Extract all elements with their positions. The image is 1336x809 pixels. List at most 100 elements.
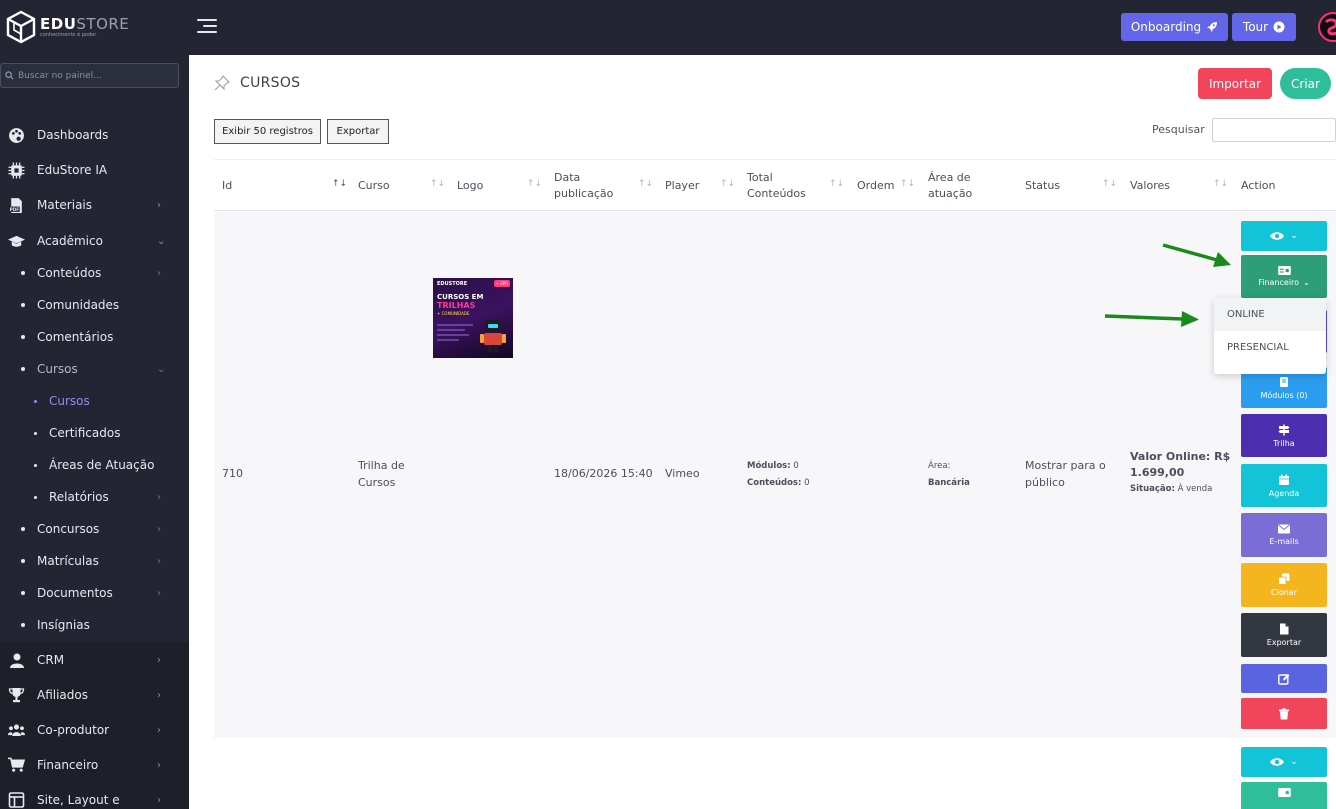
sort-icon[interactable]: ↑↓ bbox=[900, 179, 915, 189]
chevron-right-icon: › bbox=[157, 267, 161, 279]
palette-icon bbox=[8, 127, 25, 144]
dropdown-item-online[interactable]: ONLINE bbox=[1214, 298, 1326, 331]
financeiro-label: Financeiro bbox=[1258, 278, 1300, 287]
sidebar-item-edustore-ia[interactable]: EduStore IA bbox=[0, 153, 189, 187]
sidebar-sub-conteudos[interactable]: Conteúdos › bbox=[0, 258, 189, 288]
thumb-title: CURSOS EM bbox=[437, 293, 484, 301]
sort-icon[interactable]: ↑↓ bbox=[638, 179, 653, 189]
course-thumbnail: EDUSTORE + 2PR CURSOS EM TRILHAS + COMUN… bbox=[433, 278, 513, 358]
financeiro-button-next-row[interactable] bbox=[1241, 782, 1327, 809]
exportar-row-button[interactable]: Exportar bbox=[1241, 613, 1327, 657]
calendar-icon bbox=[1279, 474, 1289, 485]
sort-icon[interactable]: ↑↓ bbox=[829, 179, 844, 189]
col-header-player[interactable]: Player bbox=[665, 160, 699, 212]
sidebar-sub-certificados[interactable]: Certificados bbox=[0, 418, 189, 448]
user-avatar[interactable] bbox=[1318, 12, 1336, 42]
sort-icon[interactable]: ↑↓ bbox=[430, 179, 445, 189]
sidebar-sub-relatorios[interactable]: Relatórios › bbox=[0, 482, 189, 512]
sidebar-sub-insignias[interactable]: Insígnias bbox=[0, 610, 189, 640]
conteudos-value: 0 bbox=[804, 478, 810, 488]
sidebar-sub-matriculas[interactable]: Matrículas › bbox=[0, 546, 189, 576]
thumb-chip: + COMUNIDADE bbox=[437, 311, 470, 316]
trilha-button[interactable]: Trilha bbox=[1241, 414, 1327, 457]
brand-name-light: STORE bbox=[76, 14, 130, 33]
trophy-icon bbox=[8, 687, 25, 704]
thumb-brand: EDUSTORE bbox=[437, 281, 468, 287]
sidebar-sub-areas-atuacao[interactable]: Áreas de Atuação bbox=[0, 450, 189, 480]
table-header: Id ↑↓ Curso ↑↓ Logo ↑↓ Data publicação ↑↓… bbox=[214, 159, 1336, 211]
financeiro-button[interactable]: Financeiro ⌄ bbox=[1241, 255, 1327, 298]
search-input[interactable] bbox=[18, 70, 168, 81]
tour-button[interactable]: Tour bbox=[1232, 13, 1296, 41]
sort-icon[interactable]: ↑↓ bbox=[1213, 179, 1228, 189]
cart-icon bbox=[8, 757, 25, 774]
clonar-button[interactable]: Clonar bbox=[1241, 563, 1327, 607]
sidebar-sub-cursos-list[interactable]: Cursos bbox=[0, 386, 189, 416]
chevron-right-icon: › bbox=[157, 199, 161, 211]
sidebar-item-afiliados[interactable]: Afiliados › bbox=[0, 678, 189, 712]
show-records-button[interactable]: Exibir 50 registros bbox=[214, 119, 321, 144]
cell-curso[interactable]: Trilha de Cursos bbox=[358, 457, 405, 491]
col-header-total[interactable]: Total Conteúdos bbox=[747, 160, 806, 212]
sort-icon[interactable]: ↑↓ bbox=[527, 179, 542, 189]
pin-icon[interactable] bbox=[214, 75, 230, 91]
eye-icon bbox=[1270, 232, 1285, 240]
sidebar-item-label: EduStore IA bbox=[37, 163, 108, 177]
sidebar-item-site-layout[interactable]: Site, Layout e › bbox=[0, 783, 189, 809]
brand-logo[interactable]: EDUSTORE conhecimento é poder bbox=[6, 10, 129, 44]
sidebar-item-crm[interactable]: CRM › bbox=[0, 643, 189, 677]
financeiro-dropdown: ONLINE PRESENCIAL bbox=[1214, 298, 1326, 374]
sidebar-sub-label: Insígnias bbox=[37, 618, 90, 632]
signpost-icon bbox=[1278, 424, 1290, 435]
col-header-label: Player bbox=[665, 179, 700, 192]
sidebar-item-academico[interactable]: Acadêmico ⌄ bbox=[0, 224, 189, 258]
dropdown-item-presencial[interactable]: PRESENCIAL bbox=[1214, 331, 1326, 364]
sort-icon[interactable]: ↑↓ bbox=[720, 179, 735, 189]
create-button[interactable]: Criar bbox=[1280, 68, 1331, 99]
onboarding-button[interactable]: Onboarding bbox=[1121, 13, 1228, 41]
view-button[interactable]: ⌄ bbox=[1241, 221, 1327, 251]
sidebar-sub-cursos[interactable]: Cursos ⌄ bbox=[0, 354, 189, 384]
sidebar-item-co-produtor[interactable]: Co-produtor › bbox=[0, 713, 189, 747]
sidebar-item-financeiro[interactable]: Financeiro › bbox=[0, 748, 189, 782]
status-line: público bbox=[1025, 476, 1065, 489]
delete-button[interactable] bbox=[1241, 698, 1327, 729]
sidebar-sub-documentos[interactable]: Documentos › bbox=[0, 578, 189, 608]
import-button[interactable]: Importar bbox=[1198, 68, 1272, 99]
view-button-next-row[interactable]: ⌄ bbox=[1241, 747, 1327, 777]
emails-button[interactable]: E-mails bbox=[1241, 513, 1327, 557]
sort-icon[interactable]: ↑↓ bbox=[1102, 179, 1117, 189]
cell-id: 710 bbox=[222, 467, 243, 480]
export-button[interactable]: Exportar bbox=[327, 119, 389, 144]
sidebar-sub-label: Certificados bbox=[49, 426, 121, 440]
sidebar-sub-label: Comentários bbox=[37, 330, 114, 344]
sidebar-sub-label: Comunidades bbox=[37, 298, 120, 312]
clonar-label: Clonar bbox=[1271, 588, 1297, 597]
menu-toggle-icon[interactable] bbox=[197, 19, 217, 35]
edit-button[interactable] bbox=[1241, 664, 1327, 693]
chevron-right-icon: › bbox=[157, 759, 161, 771]
sidebar-item-materiais[interactable]: PDF Materiais › bbox=[0, 188, 189, 222]
sidebar-sub-concursos[interactable]: Concursos › bbox=[0, 514, 189, 544]
sidebar-sub-comunidades[interactable]: Comunidades bbox=[0, 290, 189, 320]
sidebar-sub-comentarios[interactable]: Comentários bbox=[0, 322, 189, 352]
col-header-data[interactable]: Data publicação bbox=[554, 160, 613, 212]
chevron-down-icon: ⌄ bbox=[1290, 231, 1298, 241]
table-search-input[interactable] bbox=[1212, 118, 1336, 142]
col-header-action: Action bbox=[1241, 160, 1275, 212]
col-header-status[interactable]: Status bbox=[1025, 160, 1060, 212]
agenda-button[interactable]: Agenda bbox=[1241, 464, 1327, 507]
sidebar-search[interactable] bbox=[0, 63, 179, 88]
file-icon bbox=[1280, 623, 1289, 635]
status-line: Mostrar para o bbox=[1025, 459, 1106, 472]
envelope-icon bbox=[1278, 524, 1290, 534]
col-header-area[interactable]: Área de atuação bbox=[928, 160, 972, 212]
sort-desc-icon[interactable]: ↑↓ bbox=[332, 179, 347, 189]
col-header-logo[interactable]: Logo bbox=[457, 160, 483, 212]
col-header-curso[interactable]: Curso bbox=[358, 160, 390, 212]
sidebar-item-dashboards[interactable]: Dashboards bbox=[0, 118, 189, 152]
col-header-valores[interactable]: Valores bbox=[1130, 160, 1170, 212]
brand-name-bold: EDU bbox=[40, 14, 77, 33]
col-header-ordem[interactable]: Ordem bbox=[857, 160, 894, 212]
col-header-id[interactable]: Id bbox=[222, 160, 232, 212]
